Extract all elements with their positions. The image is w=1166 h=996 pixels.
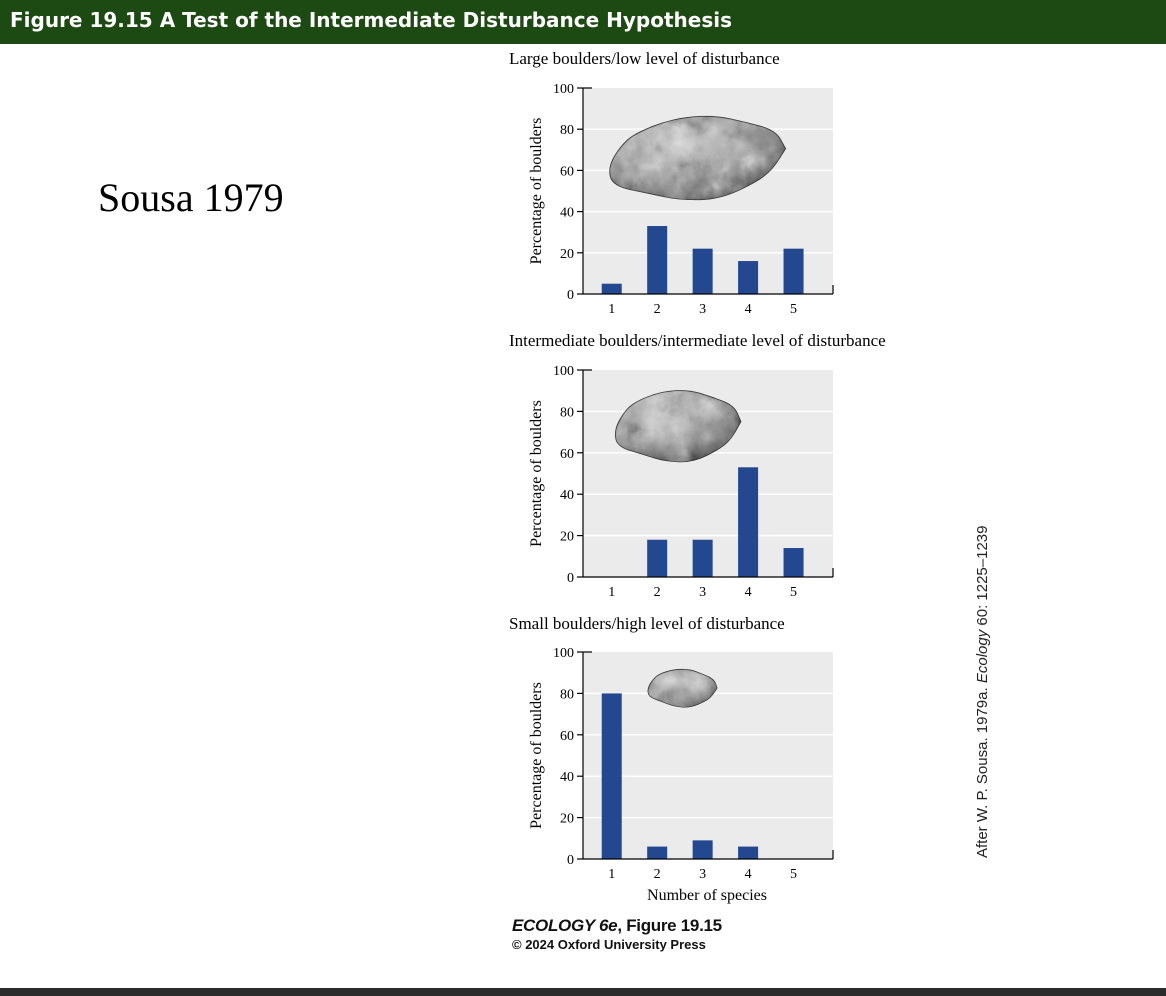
x-tick-label: 5 [790,302,797,317]
x-tick-label: 2 [654,585,661,600]
x-tick-label: 4 [745,867,752,882]
credit-book: ECOLOGY 6e [512,916,618,935]
credit-book-line: ECOLOGY 6e, Figure 19.15 [512,916,722,936]
y-tick-label: 100 [553,364,574,379]
x-tick-label: 5 [790,585,797,600]
y-tick-label: 100 [553,646,574,661]
x-axis-label: Number of species [647,887,767,904]
charts-canvas: Large boulders/low level of disturbance 0… [509,49,886,904]
y-tick-label: 40 [560,770,574,785]
y-tick-label: 80 [560,687,574,702]
bar-4 [738,261,759,294]
bar-1 [601,693,622,859]
y-axis-label: Percentage of boulders [528,400,545,547]
bar-1 [601,283,622,294]
chart-panel-1: Large boulders/low level of disturbance 0… [509,49,834,317]
y-tick-label: 0 [567,288,574,303]
x-tick-label: 3 [699,585,706,600]
x-tick-label: 5 [790,867,797,882]
bar-4 [738,846,759,859]
chart-title: Intermediate boulders/intermediate level… [509,331,886,350]
x-tick-label: 3 [699,867,706,882]
y-tick-label: 80 [560,405,574,420]
y-tick-label: 60 [560,729,574,744]
x-tick-label: 2 [654,302,661,317]
chart-title: Large boulders/low level of disturbance [509,49,780,68]
y-axis-label: Percentage of boulders [528,118,545,265]
y-tick-label: 100 [553,82,574,97]
y-tick-label: 0 [567,853,574,868]
bar-4 [738,467,759,577]
x-tick-label: 4 [745,302,752,317]
footer-bar [0,988,1166,996]
bar-3 [692,840,713,859]
y-tick-label: 0 [567,571,574,586]
y-tick-label: 80 [560,123,574,138]
y-tick-label: 40 [560,206,574,221]
bar-2 [647,846,668,859]
y-tick-label: 60 [560,447,574,462]
chart-title: Small boulders/high level of disturbance [509,614,785,633]
bar-3 [692,248,713,294]
bar-5 [783,548,804,577]
y-tick-label: 60 [560,164,574,179]
chart-panel-3: Small boulders/high level of disturbance… [509,614,834,904]
y-tick-label: 20 [560,812,574,827]
x-tick-label: 1 [608,867,615,882]
credit-figure: , Figure 19.15 [617,916,722,935]
bar-2 [647,539,668,577]
bar-3 [692,539,713,577]
x-tick-label: 1 [608,585,615,600]
x-tick-label: 3 [699,302,706,317]
credit-copyright: © 2024 Oxford University Press [512,937,706,952]
y-tick-label: 40 [560,488,574,503]
figure-credit: ECOLOGY 6e, Figure 19.15 © 2024 Oxford U… [512,916,722,952]
chart-panel-2: Intermediate boulders/intermediate level… [509,331,886,600]
y-tick-label: 20 [560,247,574,262]
y-axis-label: Percentage of boulders [528,682,545,829]
y-tick-label: 20 [560,530,574,545]
bar-5 [783,248,804,294]
x-tick-label: 1 [608,302,615,317]
x-tick-label: 4 [745,585,752,600]
x-tick-label: 2 [654,867,661,882]
bar-2 [647,226,668,294]
